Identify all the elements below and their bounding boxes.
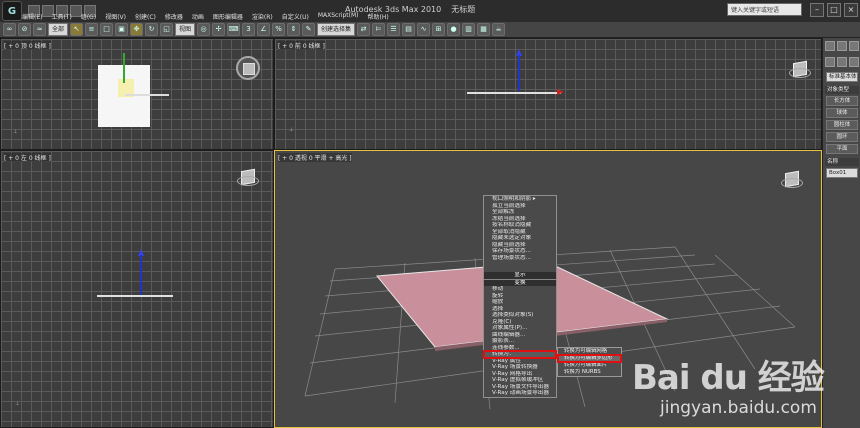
window-crossing-icon[interactable]: ▣ [115, 23, 129, 36]
name-color-rollout[interactable]: 名称 [825, 158, 859, 166]
pivot-center-icon[interactable]: ◎ [197, 23, 211, 36]
rendered-frame-window-icon[interactable]: ▦ [477, 23, 491, 36]
shapes-icon[interactable] [837, 57, 847, 67]
layer-manager-icon[interactable]: ☰ [387, 23, 401, 36]
schematic-view-icon[interactable]: ⊞ [432, 23, 446, 36]
rect-selection-icon[interactable]: □ [100, 23, 114, 36]
create-plane-button[interactable]: 平面 [826, 144, 858, 154]
minimize-icon[interactable]: – [810, 3, 824, 17]
app-logo-icon[interactable]: G [2, 1, 22, 21]
world-axis-icon: ⊥ [289, 127, 294, 133]
plane-edge-front[interactable] [467, 92, 561, 94]
mirror-icon[interactable]: ⇄ [357, 23, 371, 36]
viewcube-icon[interactable] [789, 59, 811, 78]
viewport-front[interactable]: [ + 0 前 0 线框 ] ⊥ [274, 38, 822, 150]
main-toolbar: ∞ ⊘ ≈ 全部 ↖ ≡ □ ▣ ✥ ↻ ◱ 视图 ◎ ✢ ⌨ 3 ∠ % ⇕ … [0, 22, 860, 38]
close-icon[interactable]: × [844, 3, 858, 17]
menu-customize[interactable]: 自定义(U) [282, 12, 309, 22]
geometry-icon[interactable] [825, 57, 835, 67]
named-selection-set-dropdown[interactable]: 创建选择集 [317, 23, 356, 36]
watermark-brand: Bai du 经验 [632, 358, 825, 398]
render-production-icon[interactable]: ☕ [492, 23, 506, 36]
world-axis-icon: ⊥ [15, 401, 20, 407]
menu-help[interactable]: 帮助(H) [368, 12, 389, 22]
steering-wheel-icon[interactable] [236, 56, 260, 80]
viewcube-icon[interactable] [237, 167, 259, 186]
menu-graph-editors[interactable]: 图形编辑器 [213, 12, 243, 22]
lights-icon[interactable] [849, 57, 859, 67]
object-name-input[interactable]: Box01 [826, 168, 858, 178]
graphite-ribbon-icon[interactable]: ▤ [402, 23, 416, 36]
bind-space-warp-icon[interactable]: ≈ [33, 23, 46, 36]
menu-bar: 编辑(E) 工具(T) 组(G) 视图(V) 创建(C) 修改器 动画 图形编辑… [22, 12, 389, 22]
gizmo-y-axis[interactable] [123, 53, 125, 83]
reference-coord-dropdown[interactable]: 视图 [175, 23, 196, 36]
object-type-rollout[interactable]: 对象类型 [825, 86, 859, 94]
named-selection-edit-icon[interactable]: ✎ [302, 23, 316, 36]
menu-views[interactable]: 视图(V) [105, 12, 126, 22]
create-cylinder-button[interactable]: 圆柱体 [826, 120, 858, 130]
modify-tab-icon[interactable] [837, 41, 847, 51]
menu-tools[interactable]: 工具(T) [51, 12, 71, 22]
quad-menu: 视口照明和阴影 ▸ 孤立当前选择 全部解冻 冻结当前选择 按名称取消隐藏 全部取… [483, 195, 557, 398]
menu-rendering[interactable]: 渲染(R) [252, 12, 273, 22]
percent-snap-icon[interactable]: % [272, 23, 286, 36]
viewport-label-top[interactable]: [ + 0 顶 0 线框 ] [4, 41, 51, 50]
submenu-item-editable-mesh[interactable]: 转换为可编辑网格 [558, 348, 621, 355]
selection-filter-dropdown[interactable]: 全部 [48, 23, 69, 36]
viewport-label-left[interactable]: [ + 0 左 0 线框 ] [4, 153, 51, 162]
menu-group[interactable]: 组(G) [81, 12, 96, 22]
gizmo-x-axis[interactable] [125, 94, 169, 96]
convert-to-submenu: 转换为可编辑网格 转换为可编辑多边形 转换为可编辑面片 转换为 NURBS [557, 347, 622, 377]
geometry-type-dropdown[interactable]: 标准基本体 [826, 72, 858, 82]
link-icon[interactable]: ∞ [3, 23, 16, 36]
select-object-icon[interactable]: ↖ [70, 23, 84, 36]
angle-snap-icon[interactable]: ∠ [257, 23, 271, 36]
submenu-item-editable-poly[interactable]: 转换为可编辑多边形 [557, 354, 622, 363]
select-manipulate-icon[interactable]: ✢ [212, 23, 226, 36]
select-rotate-icon[interactable]: ↻ [145, 23, 159, 36]
window-controls: – □ × [810, 3, 858, 17]
material-editor-icon[interactable]: ● [447, 23, 461, 36]
quad-item-vray-animation-exporter[interactable]: V-Ray 动画场景导出器 [484, 390, 556, 397]
select-by-name-icon[interactable]: ≡ [85, 23, 99, 36]
plane-edge-left[interactable] [97, 295, 173, 297]
menu-maxscript[interactable]: MAXScript(M) [318, 12, 359, 22]
align-icon[interactable]: ⊨ [372, 23, 386, 36]
menu-edit[interactable]: 编辑(E) [22, 12, 42, 22]
curve-editor-icon[interactable]: ∿ [417, 23, 431, 36]
submenu-item-editable-patch[interactable]: 转换为可编辑面片 [558, 362, 621, 369]
create-category-icons [823, 54, 860, 70]
create-sphere-button[interactable]: 球体 [826, 108, 858, 118]
gizmo-x-arrow [557, 89, 564, 95]
viewcube-icon[interactable] [781, 169, 803, 188]
viewport-label-front[interactable]: [ + 0 前 0 线框 ] [278, 41, 325, 50]
menu-modifiers[interactable]: 修改器 [165, 12, 183, 22]
gizmo-z-axis[interactable] [518, 55, 520, 91]
viewport-top[interactable]: [ + 0 顶 0 线框 ] ⊥ [0, 38, 274, 150]
watermark-url: jingyan.baidu.com [660, 398, 817, 418]
submenu-item-nurbs[interactable]: 转换为 NURBS [558, 369, 621, 376]
hierarchy-tab-icon[interactable] [849, 41, 859, 51]
help-search-input[interactable]: 键入关键字或短语 [727, 3, 802, 16]
viewport-left[interactable]: [ + 0 左 0 线框 ] ⊥ [0, 150, 274, 428]
baidu-jingyan-watermark: Bai du 经验 jingyan.baidu.com [632, 328, 857, 426]
create-box-button[interactable]: 长方体 [826, 96, 858, 106]
unlink-icon[interactable]: ⊘ [18, 23, 31, 36]
create-tab-icon[interactable] [825, 41, 835, 51]
gizmo-z-axis[interactable] [140, 255, 142, 295]
world-axis-icon: ⊥ [13, 129, 18, 135]
menu-animation[interactable]: 动画 [192, 12, 204, 22]
maximize-icon[interactable]: □ [827, 3, 841, 17]
command-panel-tabs [823, 38, 860, 54]
keyboard-shortcut-icon[interactable]: ⌨ [227, 23, 241, 36]
select-scale-icon[interactable]: ◱ [160, 23, 174, 36]
spinner-snap-icon[interactable]: ⇕ [287, 23, 301, 36]
create-torus-button[interactable]: 圆环 [826, 132, 858, 142]
menu-create[interactable]: 创建(C) [135, 12, 156, 22]
select-move-icon[interactable]: ✥ [130, 23, 144, 36]
snap-3d-icon[interactable]: 3 [242, 23, 256, 36]
render-setup-icon[interactable]: ▥ [462, 23, 476, 36]
document-name: 无标题 [451, 5, 476, 14]
